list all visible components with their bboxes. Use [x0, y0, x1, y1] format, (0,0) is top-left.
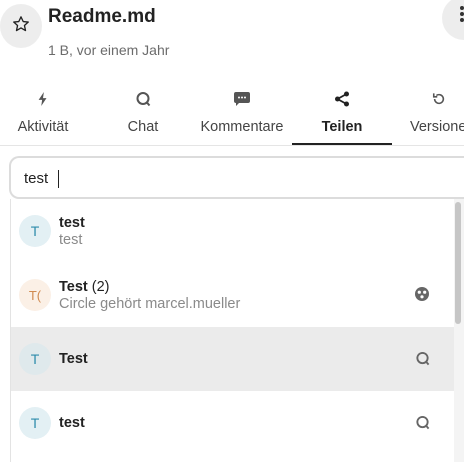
share-icon — [334, 84, 350, 114]
search-input-value: test — [24, 170, 49, 187]
avatar: T( — [19, 279, 51, 311]
share-search-input[interactable]: test — [9, 156, 464, 199]
search-results-dropdown: T test test T( Test (2) Circle gehört ma… — [10, 199, 464, 462]
avatar: T — [19, 215, 51, 247]
favorite-button[interactable] — [0, 4, 42, 48]
text-caret — [58, 170, 59, 188]
comment-icon — [234, 84, 250, 114]
result-name: Test — [59, 351, 88, 367]
chat-bubble-icon — [413, 349, 431, 367]
chat-bubble-icon — [135, 84, 151, 114]
avatar: T — [19, 407, 51, 439]
tab-bar: Aktivität Chat Kommentare Teilen Version… — [0, 84, 464, 146]
result-subline: test — [59, 232, 83, 248]
result-item-conversation[interactable]: T test — [11, 391, 455, 455]
tab-activity[interactable]: Aktivität — [0, 84, 86, 145]
tab-sharing[interactable]: Teilen — [292, 84, 392, 145]
dropdown-scrollbar-thumb[interactable] — [455, 202, 461, 324]
circles-icon — [413, 285, 431, 303]
more-actions-button[interactable] — [442, 0, 464, 40]
star-icon — [12, 15, 30, 38]
tab-label: Kommentare — [200, 119, 284, 135]
result-name: test — [59, 215, 85, 231]
avatar: T — [19, 343, 51, 375]
sidebar-header: Readme.md 1 B, vor einem Jahr — [0, 0, 464, 80]
result-item-user[interactable]: T test test — [11, 199, 455, 263]
file-title: Readme.md — [48, 6, 156, 27]
result-item-circle[interactable]: T( Test (2) Circle gehört marcel.mueller — [11, 263, 455, 327]
result-name: Test (2) — [59, 279, 110, 295]
chat-bubble-icon — [413, 413, 431, 431]
tab-label: Chat — [127, 119, 159, 135]
tab-label: Versionen — [410, 119, 464, 135]
tab-chat[interactable]: Chat — [100, 84, 186, 145]
result-subline: Circle gehört marcel.mueller — [59, 296, 241, 312]
result-item-conversation[interactable]: T Test — [11, 327, 455, 391]
tab-label: Teilen — [321, 119, 363, 135]
history-icon — [404, 84, 464, 114]
tab-comments[interactable]: Kommentare — [193, 84, 291, 145]
tab-label: Aktivität — [17, 119, 69, 135]
tab-versions[interactable]: Versionen — [404, 84, 464, 145]
file-meta: 1 B, vor einem Jahr — [48, 42, 170, 58]
more-vertical-icon — [460, 12, 464, 16]
flash-icon — [37, 84, 49, 114]
result-name: test — [59, 415, 85, 431]
